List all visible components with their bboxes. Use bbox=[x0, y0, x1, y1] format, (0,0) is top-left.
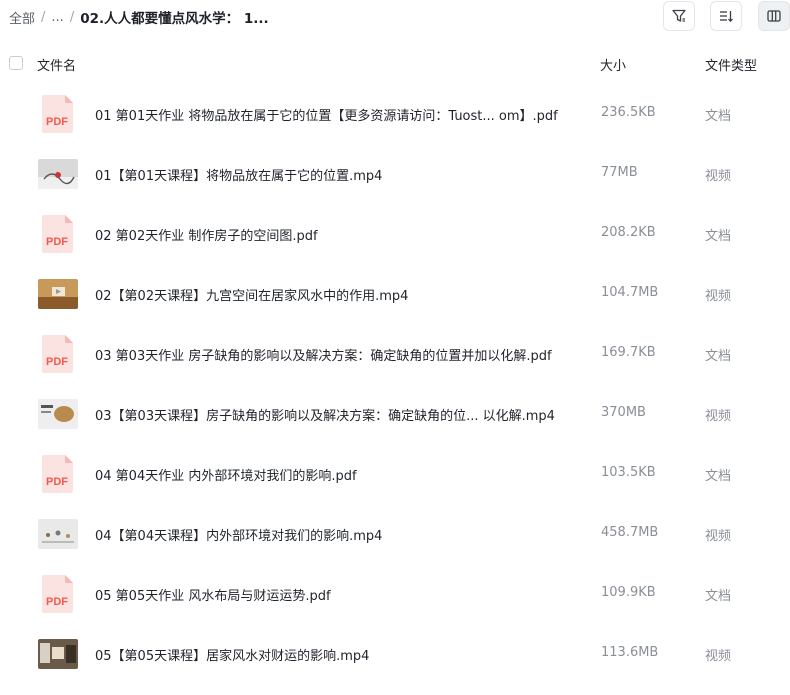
file-row[interactable]: PDF 02 第02天作业 制作房子的空间图.pdf 208.2KB 文档 bbox=[0, 204, 790, 264]
file-size: 370MB bbox=[601, 405, 646, 420]
file-name[interactable]: 01 第01天作业 将物品放在属于它的位置【更多资源请访问：Tuost... o… bbox=[95, 105, 558, 124]
file-name[interactable]: 05 第05天作业 风水布局与财运运势.pdf bbox=[95, 585, 331, 604]
file-size: 458.7MB bbox=[601, 525, 659, 540]
file-type: 文档 bbox=[705, 589, 732, 604]
video-thumbnail bbox=[38, 279, 78, 309]
pdf-file-icon: PDF bbox=[42, 335, 73, 373]
column-header-type[interactable]: 文件类型 bbox=[705, 55, 757, 74]
file-size: 113.6MB bbox=[601, 645, 659, 660]
file-row[interactable]: PDF 01 第01天作业 将物品放在属于它的位置【更多资源请访问：Tuost..… bbox=[0, 84, 790, 144]
svg-text:PDF: PDF bbox=[46, 476, 68, 488]
file-name[interactable]: 02 第02天作业 制作房子的空间图.pdf bbox=[95, 225, 318, 244]
file-size: 77MB bbox=[601, 165, 638, 180]
file-row[interactable]: 01【第01天课程】将物品放在属于它的位置.mp4 77MB 视频 bbox=[0, 144, 790, 204]
file-type: 文档 bbox=[705, 229, 732, 244]
file-type: 文档 bbox=[705, 109, 732, 124]
file-type: 视频 bbox=[705, 529, 732, 544]
file-name[interactable]: 01【第01天课程】将物品放在属于它的位置.mp4 bbox=[95, 165, 382, 184]
file-name[interactable]: 02【第02天课程】九宫空间在居家风水中的作用.mp4 bbox=[95, 285, 408, 304]
file-row[interactable]: PDF 05 第05天作业 风水布局与财运运势.pdf 109.9KB 文档 bbox=[0, 564, 790, 624]
breadcrumb-root[interactable]: 全部 bbox=[9, 8, 35, 27]
column-header-name[interactable]: 文件名 bbox=[37, 55, 76, 74]
file-name[interactable]: 04 第04天作业 内外部环境对我们的影响.pdf bbox=[95, 465, 357, 484]
file-row[interactable]: 03【第03天课程】房子缺角的影响以及解决方案：确定缺角的位... 以化解.mp… bbox=[0, 384, 790, 444]
file-type: 视频 bbox=[705, 169, 732, 184]
breadcrumb-separator: / bbox=[69, 9, 75, 25]
file-name[interactable]: 04【第04天课程】内外部环境对我们的影响.mp4 bbox=[95, 525, 382, 544]
file-name[interactable]: 03 第03天作业 房子缺角的影响以及解决方案：确定缺角的位置并加以化解.pdf bbox=[95, 345, 552, 364]
svg-text:PDF: PDF bbox=[46, 116, 68, 128]
file-row[interactable]: 02【第02天课程】九宫空间在居家风水中的作用.mp4 104.7MB 视频 bbox=[0, 264, 790, 324]
svg-text:PDF: PDF bbox=[46, 236, 68, 248]
pdf-file-icon: PDF bbox=[42, 455, 73, 493]
column-layout-button[interactable] bbox=[758, 1, 790, 31]
pdf-file-icon: PDF bbox=[42, 95, 73, 133]
file-row[interactable]: 04【第04天课程】内外部环境对我们的影响.mp4 458.7MB 视频 bbox=[0, 504, 790, 564]
pdf-file-icon: PDF bbox=[42, 215, 73, 253]
file-type: 视频 bbox=[705, 409, 732, 424]
video-thumbnail bbox=[38, 399, 78, 429]
breadcrumb-separator: / bbox=[41, 9, 46, 25]
file-type: 文档 bbox=[705, 469, 732, 484]
file-size: 236.5KB bbox=[601, 105, 656, 120]
file-size: 169.7KB bbox=[601, 345, 656, 360]
pdf-file-icon: PDF bbox=[42, 575, 73, 613]
top-bar: 全部 / ... / 02.人人都要懂点风水学： 1... bbox=[0, 0, 790, 34]
file-list-header: 文件名 大小 文件类型 bbox=[0, 52, 790, 76]
file-name[interactable]: 03【第03天课程】房子缺角的影响以及解决方案：确定缺角的位... 以化解.mp… bbox=[95, 405, 555, 424]
svg-text:PDF: PDF bbox=[46, 356, 68, 368]
file-name[interactable]: 05【第05天课程】居家风水对财运的影响.mp4 bbox=[95, 645, 369, 664]
video-thumbnail bbox=[38, 519, 78, 549]
file-type: 文档 bbox=[705, 349, 732, 364]
sort-button[interactable] bbox=[710, 1, 742, 31]
video-thumbnail bbox=[38, 639, 78, 669]
filter-icon bbox=[671, 8, 687, 24]
breadcrumb: 全部 / ... / 02.人人都要懂点风水学： 1... bbox=[9, 7, 269, 28]
file-row[interactable]: PDF 04 第04天作业 内外部环境对我们的影响.pdf 103.5KB 文档 bbox=[0, 444, 790, 504]
video-thumbnail bbox=[38, 159, 78, 189]
filter-button[interactable] bbox=[663, 1, 695, 31]
file-list: PDF 01 第01天作业 将物品放在属于它的位置【更多资源请访问：Tuost..… bbox=[0, 84, 790, 684]
breadcrumb-ellipsis[interactable]: ... bbox=[51, 10, 63, 25]
svg-text:PDF: PDF bbox=[46, 596, 68, 608]
file-type: 视频 bbox=[705, 289, 732, 304]
file-size: 109.9KB bbox=[601, 585, 656, 600]
column-layout-icon bbox=[766, 8, 782, 24]
file-row[interactable]: 05【第05天课程】居家风水对财运的影响.mp4 113.6MB 视频 bbox=[0, 624, 790, 684]
breadcrumb-current-folder: 02.人人都要懂点风水学： 1... bbox=[80, 11, 269, 27]
column-header-size[interactable]: 大小 bbox=[600, 55, 626, 74]
file-size: 208.2KB bbox=[601, 225, 656, 240]
select-all-checkbox[interactable] bbox=[9, 56, 23, 70]
sort-icon bbox=[718, 8, 734, 24]
file-type: 视频 bbox=[705, 649, 732, 664]
file-size: 104.7MB bbox=[601, 285, 659, 300]
file-size: 103.5KB bbox=[601, 465, 656, 480]
file-row[interactable]: PDF 03 第03天作业 房子缺角的影响以及解决方案：确定缺角的位置并加以化解.… bbox=[0, 324, 790, 384]
